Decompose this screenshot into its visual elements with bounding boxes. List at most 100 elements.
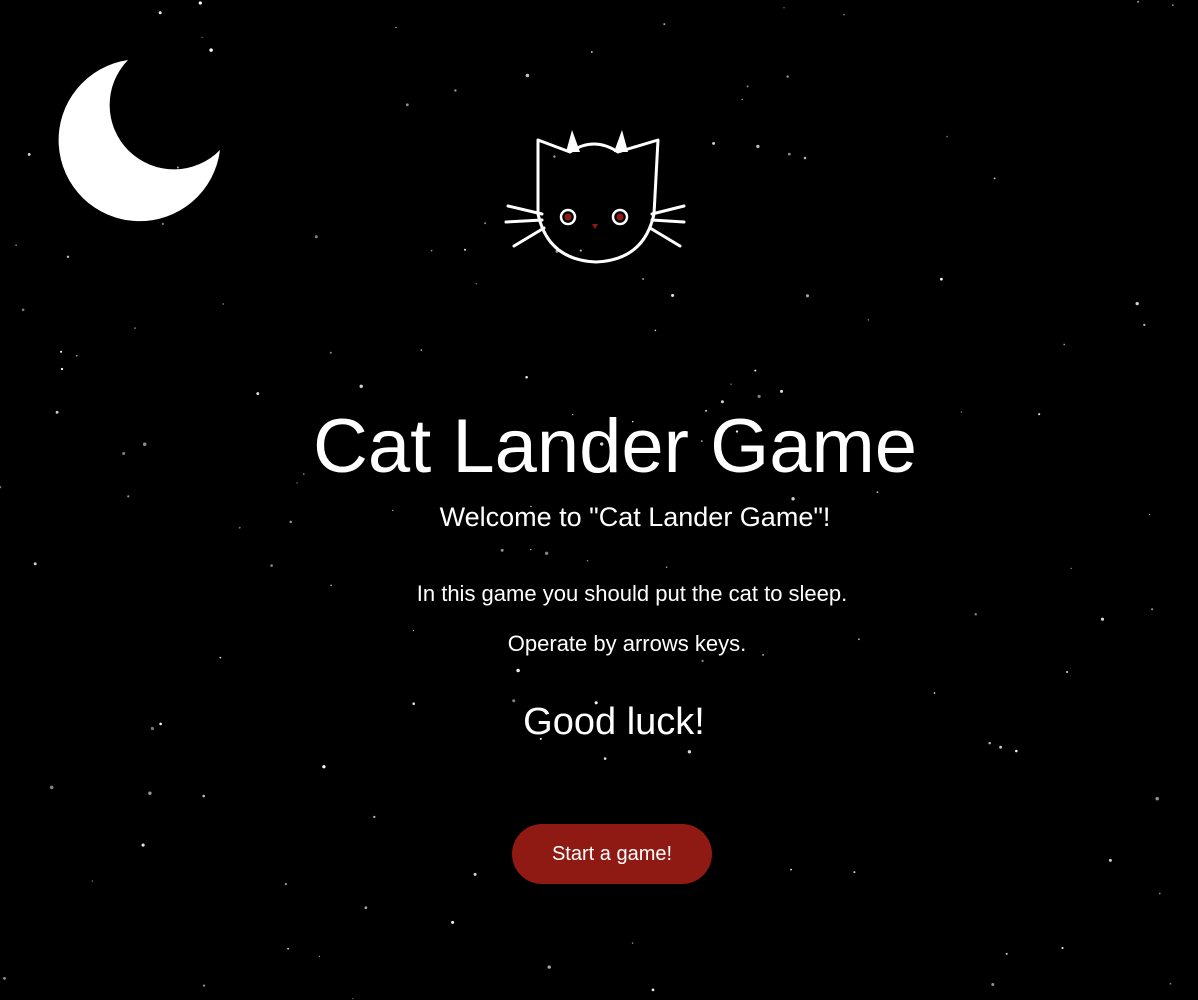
star (876, 491, 879, 493)
star (21, 308, 25, 312)
star (270, 564, 273, 567)
star (1108, 858, 1112, 862)
star (993, 177, 996, 180)
star (1015, 749, 1018, 753)
game-instruction: In this game you should put the cat to s… (416, 581, 848, 606)
star (999, 745, 1003, 749)
star (329, 351, 332, 354)
star (500, 548, 504, 552)
star (1158, 892, 1161, 895)
star (451, 920, 455, 924)
star (687, 750, 692, 754)
star (1061, 946, 1064, 950)
star (547, 965, 551, 969)
star (202, 984, 206, 987)
star (15, 244, 17, 247)
star (631, 942, 634, 944)
game-title: Cat Lander Game (312, 404, 918, 489)
star (201, 36, 203, 39)
star (754, 369, 757, 372)
star (787, 152, 791, 156)
star (603, 757, 607, 760)
star (91, 880, 94, 882)
good-luck-message: Good luck! (523, 701, 705, 743)
star (783, 7, 785, 9)
star (148, 791, 152, 795)
star (991, 982, 995, 987)
star (757, 394, 761, 399)
star (933, 692, 936, 694)
star (586, 560, 589, 562)
star (974, 613, 977, 616)
star (671, 293, 675, 297)
star (590, 51, 593, 53)
star (141, 843, 145, 847)
star (1005, 952, 1008, 955)
star (60, 350, 63, 353)
controls-hint: Operate by arrows keys. (507, 631, 747, 656)
star (867, 319, 870, 321)
star (1172, 4, 1174, 6)
star (654, 329, 657, 332)
star (127, 495, 130, 498)
star (805, 294, 810, 298)
star (790, 868, 792, 871)
cat-face-icon (504, 130, 686, 264)
star (530, 548, 532, 551)
star (464, 248, 466, 251)
star (786, 75, 789, 78)
star (946, 135, 948, 138)
star (364, 906, 368, 910)
star (940, 277, 943, 281)
star (256, 392, 260, 396)
start-game-button[interactable]: Start a game! (512, 824, 712, 884)
star (1066, 670, 1069, 674)
star (544, 551, 549, 555)
star (49, 785, 54, 790)
star (1063, 343, 1066, 346)
welcome-message: Welcome to "Cat Lander Game"! (439, 502, 831, 532)
star (484, 222, 487, 225)
star (516, 668, 520, 673)
star (359, 384, 363, 388)
star (1151, 608, 1154, 611)
star (663, 23, 666, 26)
game-screen: Cat Lander Game Welcome to "Cat Lander G… (0, 0, 1198, 1000)
star (420, 349, 422, 351)
cat-nose (592, 224, 598, 229)
star (741, 98, 744, 101)
star (525, 73, 530, 78)
star (3, 977, 6, 980)
crescent-moon-icon (58, 60, 220, 222)
star (318, 955, 321, 958)
star (222, 303, 224, 305)
star (373, 815, 376, 819)
star (1100, 617, 1105, 621)
star (642, 277, 645, 281)
star (158, 11, 162, 15)
star (405, 103, 409, 107)
star (198, 1, 202, 5)
star (33, 562, 37, 566)
star (701, 659, 704, 663)
star (720, 400, 724, 404)
star (430, 249, 433, 252)
star (314, 235, 318, 239)
star (161, 222, 165, 226)
star (66, 255, 70, 258)
star (395, 26, 397, 29)
star (75, 354, 78, 357)
star (475, 283, 477, 285)
star (746, 85, 749, 88)
star (27, 152, 31, 156)
star (473, 872, 477, 876)
star (803, 156, 807, 160)
star (209, 48, 213, 52)
star (1137, 0, 1140, 3)
cat-eyes (559, 208, 629, 226)
star (853, 871, 856, 874)
star (352, 997, 354, 1000)
star (651, 988, 655, 992)
star (1143, 323, 1146, 327)
star (756, 144, 760, 149)
